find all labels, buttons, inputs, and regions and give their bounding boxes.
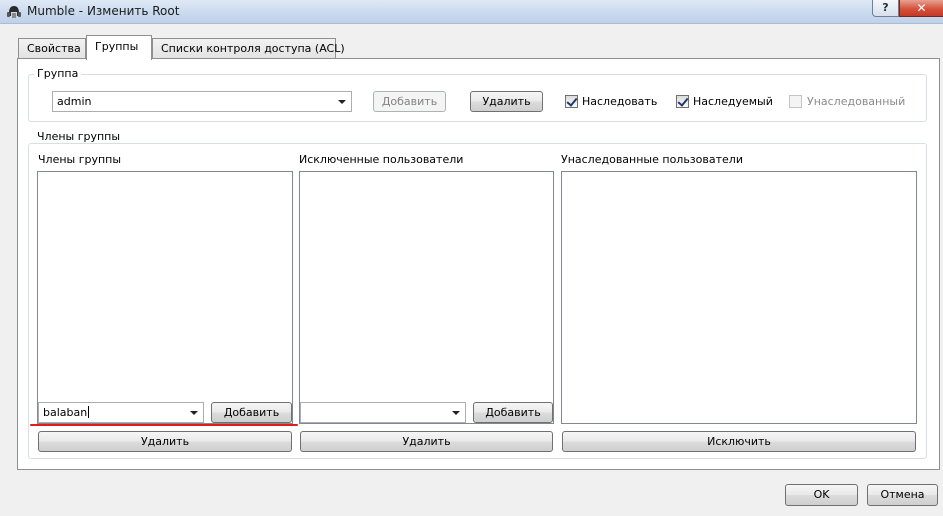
add-excluded-button[interactable]: Добавить [473,402,553,423]
members-list[interactable] [37,171,293,424]
members-list-label: Члены группы [38,153,122,166]
add-group-button[interactable]: Добавить [373,91,446,112]
tab-acl[interactable]: Списки контроля доступа (ACL) [152,38,345,59]
tab-properties[interactable]: Свойства [18,38,86,59]
inherited-checkbox [789,95,802,108]
remove-group-button[interactable]: Удалить [470,91,543,112]
remove-excluded-button[interactable]: Удалить [300,431,553,452]
exclude-inherited-button[interactable]: Исключить [562,431,916,452]
help-button[interactable]: ? [872,0,899,17]
text-caret [88,406,90,418]
group-combo[interactable]: admin [52,91,352,112]
excluded-list-label: Исключенные пользователи [299,153,464,166]
inherited-list-label: Унаследованные пользователи [561,153,743,166]
title-bar: Mumble - Изменить Root ? ✕ [0,0,943,24]
member-name-input[interactable]: balaban [43,406,90,419]
members-groupbox-title: Члены группы [34,130,124,143]
add-member-button[interactable]: Добавить [211,402,292,423]
group-combo-value: admin [57,95,92,108]
tab-groups[interactable]: Группы [86,35,152,60]
member-name-combo[interactable]: balaban [38,402,204,423]
inheritable-checkbox[interactable] [676,95,689,108]
excluded-list[interactable] [299,171,554,424]
inherited-list[interactable] [561,171,917,424]
edit-root-dialog: Mumble - Изменить Root ? ✕ Свойства Груп… [0,0,943,516]
chevron-down-icon [452,411,460,415]
group-groupbox-title: Группа [34,67,82,80]
inheritable-label: Наследуемый [693,95,773,108]
chevron-down-icon [338,100,346,104]
inherit-label: Наследовать [582,95,658,108]
red-underline-annotation [30,424,298,426]
inherited-label: Унаследованный [807,95,906,108]
ok-button[interactable]: OK [785,484,858,506]
chevron-down-icon [190,411,198,415]
close-button[interactable]: ✕ [899,0,943,17]
cancel-button[interactable]: Отмена [867,484,938,506]
mumble-icon [7,6,21,18]
excluded-name-combo[interactable] [300,402,466,423]
window-title: Mumble - Изменить Root [27,4,180,18]
inherit-checkbox[interactable] [565,95,578,108]
remove-member-button[interactable]: Удалить [38,431,292,452]
